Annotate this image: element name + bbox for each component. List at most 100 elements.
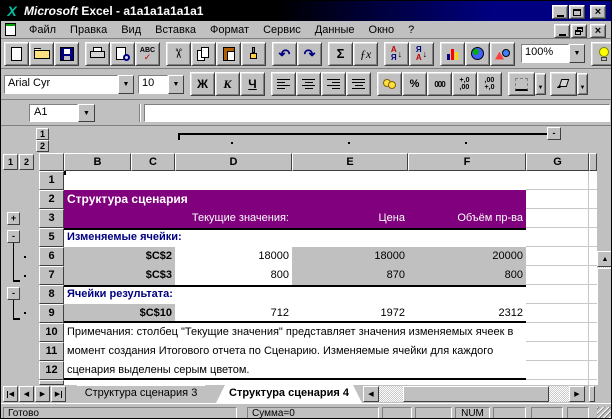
italic-button[interactable]: К	[215, 72, 240, 96]
cell-B10[interactable]: Примечания: столбец "Текущие значения" п…	[64, 323, 526, 342]
cell-B2[interactable]: Структура сценария	[64, 190, 526, 209]
align-left-button[interactable]	[271, 72, 296, 96]
select-all-corner[interactable]	[39, 153, 64, 171]
function-wizard-button[interactable]: ƒx	[353, 41, 378, 66]
font-name-value[interactable]: Arial Cyr	[4, 74, 118, 94]
column-header-partial[interactable]	[589, 153, 597, 171]
scroll-up-button[interactable]: ▲	[597, 251, 611, 267]
spelling-button[interactable]: ABC ✓	[135, 41, 160, 66]
font-size-control[interactable]: 10 ▼	[138, 74, 184, 94]
undo-button[interactable]: ↶	[272, 41, 297, 66]
print-preview-button[interactable]	[110, 41, 135, 66]
column-header-D[interactable]: D	[175, 153, 292, 171]
cell-D6[interactable]: 18000	[175, 247, 292, 266]
scroll-right-button[interactable]: ▶	[569, 386, 585, 402]
menu-help[interactable]: ?	[401, 21, 421, 39]
column-header-E[interactable]: E	[292, 153, 408, 171]
borders-dropdown[interactable]: ▼	[535, 73, 546, 95]
increase-decimal-button[interactable]: +,0,00	[452, 72, 477, 96]
cell-B11[interactable]: момент создания Итогового отчета по Сцен…	[64, 342, 526, 361]
font-name-control[interactable]: Arial Cyr ▼	[4, 74, 134, 94]
first-tab-button[interactable]: ◀	[3, 386, 18, 402]
cell-D3[interactable]: Текущие значения:	[175, 209, 292, 228]
row-group-collapse-button[interactable]: -	[7, 287, 20, 300]
doc-restore-button[interactable]	[571, 24, 587, 38]
last-tab-button[interactable]: ▶	[51, 386, 66, 402]
cell-E9[interactable]: 1972	[292, 304, 408, 323]
save-button[interactable]	[54, 41, 79, 66]
zoom-control[interactable]: 100% ▼	[521, 44, 585, 63]
title-bar[interactable]: X Microsoft Excel - a1a1a1a1a1a1	[1, 1, 611, 21]
cell-C7[interactable]: $C$3	[131, 266, 175, 285]
map-button[interactable]	[465, 41, 490, 66]
menu-file[interactable]: Файл	[22, 21, 63, 39]
column-outline-level-2-button[interactable]: 2	[36, 140, 49, 152]
new-workbook-button[interactable]	[4, 41, 29, 66]
column-header-B[interactable]: B	[64, 153, 131, 171]
vertical-scroll-thumb[interactable]	[597, 268, 611, 385]
chart-wizard-button[interactable]	[440, 41, 465, 66]
align-right-button[interactable]	[321, 72, 346, 96]
name-box[interactable]: A1 ▼	[29, 104, 95, 122]
row-group-collapse-button[interactable]: -	[7, 230, 20, 243]
menu-format[interactable]: Формат	[203, 21, 256, 39]
redo-button[interactable]: ↷	[297, 41, 322, 66]
close-button[interactable]: ×	[590, 5, 606, 19]
cell-D7[interactable]: 800	[175, 266, 292, 285]
align-center-button[interactable]	[296, 72, 321, 96]
print-button[interactable]	[85, 41, 110, 66]
minimize-button[interactable]	[552, 5, 568, 19]
comma-style-button[interactable]: 000	[427, 72, 452, 96]
horizontal-scroll-thumb[interactable]	[403, 386, 549, 402]
cell-E7[interactable]: 870	[292, 266, 408, 285]
borders-button[interactable]	[508, 72, 535, 96]
sheet-tab-scenario-4[interactable]: Структура сценария 4	[216, 385, 362, 403]
font-size-value[interactable]: 10	[138, 74, 168, 94]
sort-ascending-button[interactable]: А Я ↓	[384, 41, 409, 66]
menu-tools[interactable]: Сервис	[256, 21, 308, 39]
cell-F7[interactable]: 800	[408, 266, 526, 285]
autosum-button[interactable]: Σ	[328, 41, 353, 66]
column-group-collapse-button[interactable]: -	[547, 127, 561, 140]
cell-B8[interactable]: Ячейки результата:	[64, 285, 526, 304]
cell-E6[interactable]: 18000	[292, 247, 408, 266]
next-tab-button[interactable]: ▶	[35, 386, 50, 402]
column-outline-level-1-button[interactable]: 1	[36, 128, 49, 140]
menu-window[interactable]: Окно	[362, 21, 402, 39]
cell-reference[interactable]: A1	[29, 104, 78, 122]
zoom-value[interactable]: 100%	[521, 44, 569, 63]
row-group-expand-button[interactable]: +	[7, 212, 20, 225]
cell-B5[interactable]: Изменяемые ячейки:	[64, 228, 526, 247]
tab-split-handle[interactable]	[589, 386, 595, 402]
sheet-tab-scenario-3[interactable]: Структура сценария 3	[68, 385, 214, 403]
cell-D9[interactable]: 712	[175, 304, 292, 323]
cell-F9[interactable]: 2312	[408, 304, 526, 323]
column-header-F[interactable]: F	[408, 153, 526, 171]
fill-color-dropdown[interactable]: ▼	[577, 73, 588, 95]
cell-F6[interactable]: 20000	[408, 247, 526, 266]
format-painter-button[interactable]	[241, 41, 266, 66]
column-header-G[interactable]: G	[526, 153, 589, 171]
paste-button[interactable]	[216, 41, 241, 66]
copy-button[interactable]	[191, 41, 216, 66]
menu-data[interactable]: Данные	[308, 21, 362, 39]
merge-center-button[interactable]	[346, 72, 371, 96]
cell-E3[interactable]: Цена	[292, 209, 408, 228]
bold-button[interactable]: Ж	[190, 72, 215, 96]
cell-B12[interactable]: сценария выделены серым цветом.	[64, 361, 526, 380]
fill-color-button[interactable]	[550, 72, 577, 96]
column-header-C[interactable]: C	[131, 153, 175, 171]
name-box-dropdown-icon[interactable]: ▼	[78, 104, 95, 122]
prev-tab-button[interactable]: ◀	[19, 386, 34, 402]
font-name-dropdown-icon[interactable]: ▼	[118, 74, 134, 94]
open-button[interactable]	[29, 41, 54, 66]
row-outline-level-2-button[interactable]: 2	[19, 154, 34, 170]
cut-button[interactable]: ✂	[166, 41, 191, 66]
cell-C6[interactable]: $C$2	[131, 247, 175, 266]
cell-C9[interactable]: $C$10	[131, 304, 175, 323]
font-size-dropdown-icon[interactable]: ▼	[168, 74, 184, 94]
decrease-decimal-button[interactable]: ,00 +,0	[477, 72, 502, 96]
sort-descending-button[interactable]: Я А ↓	[409, 41, 434, 66]
tip-wizard-button[interactable]	[591, 41, 611, 66]
menu-view[interactable]: Вид	[114, 21, 148, 39]
